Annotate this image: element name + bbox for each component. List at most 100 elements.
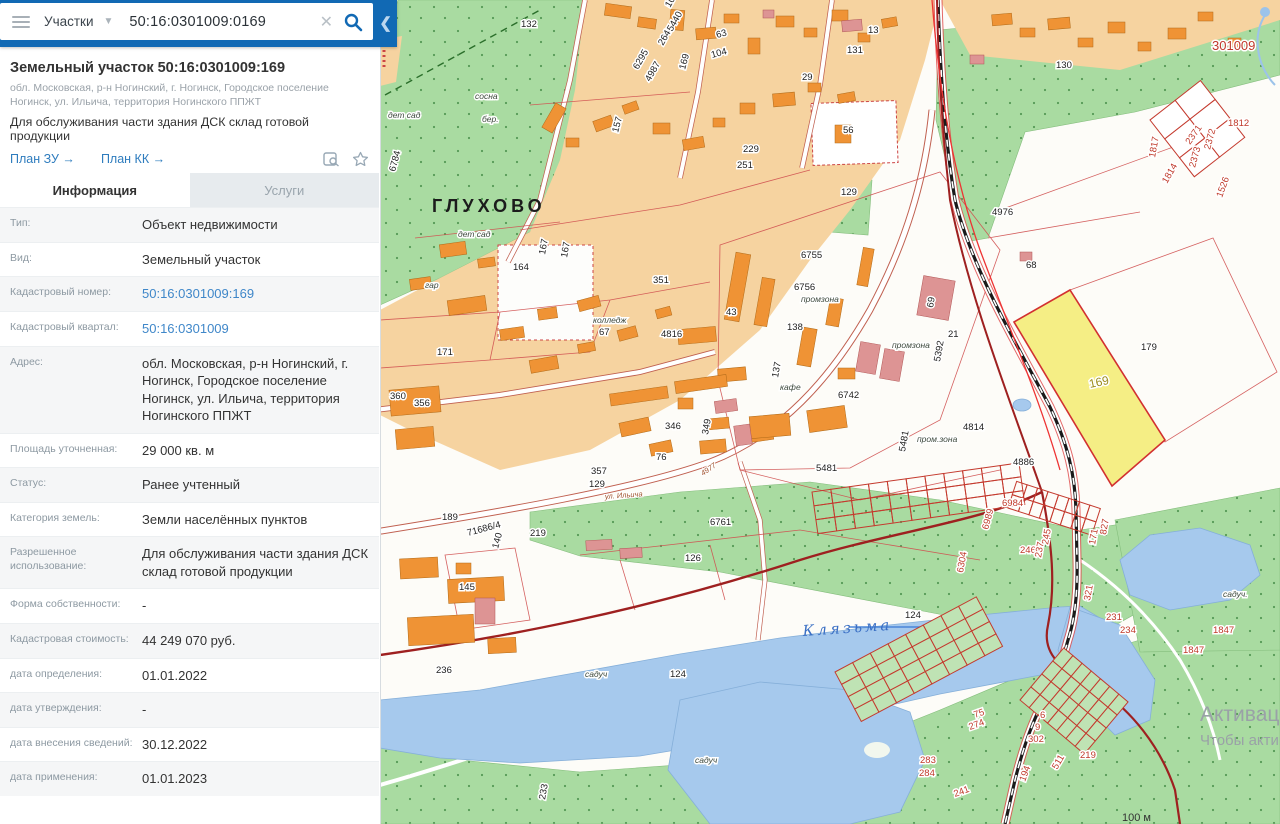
map-label: 9 — [1035, 722, 1040, 733]
map-label: 124 — [905, 610, 921, 621]
table-row: Кадастровый номер:50:16:0301009:169 — [0, 276, 379, 311]
map-label: 229 — [743, 144, 759, 155]
map-label: 236 — [436, 665, 452, 676]
map-label: 1847 — [1213, 625, 1234, 636]
place-label-glukhovo: ГЛУХОВО — [432, 196, 546, 216]
star-favorite-icon[interactable] — [352, 151, 369, 167]
table-row: Вид:Земельный участок — [0, 242, 379, 277]
menu-icon[interactable] — [12, 16, 30, 28]
map-label: 357 — [591, 466, 607, 477]
map-label: 356 — [414, 398, 430, 409]
tab-information[interactable]: Информация — [0, 173, 190, 207]
map-label: 6 — [1040, 710, 1045, 721]
tab-bar: ИнформацияУслуги — [0, 173, 379, 207]
tab-services[interactable]: Услуги — [190, 173, 380, 207]
map-label: дет сад — [388, 110, 421, 120]
clear-search-icon[interactable]: ✕ — [320, 12, 333, 32]
map-label: 126 — [685, 553, 701, 564]
map-label: садуч — [695, 755, 718, 765]
map-label: 5481 — [816, 463, 837, 474]
map-label: садуч — [585, 669, 608, 679]
row-label: дата утверждения: — [0, 693, 138, 727]
watermark-line2: Чтобы активи — [1200, 732, 1280, 749]
row-label: дата применения: — [0, 762, 138, 796]
watermark-line1: Активация — [1200, 703, 1280, 727]
collapse-panel-icon[interactable]: ❮ — [379, 14, 392, 32]
search-box: Участки ▼ ✕ — [0, 3, 373, 40]
map-canvas[interactable]: 132соснабер.дет саддет сад67841095440264… — [380, 0, 1280, 824]
map-label: 6755 — [801, 250, 822, 261]
row-value-link[interactable]: 50:16:0301009:169 — [138, 277, 379, 311]
map-label: 13 — [868, 25, 879, 36]
row-value: Объект недвижимости — [138, 208, 379, 242]
row-value: 01.01.2022 — [138, 659, 379, 693]
map-label: кафе — [780, 382, 801, 392]
map-label: 131 — [847, 45, 863, 56]
row-value: 01.01.2023 — [138, 762, 379, 796]
map-image: 132соснабер.дет саддет сад67841095440264… — [380, 0, 1280, 824]
parcel-title: Земельный участок 50:16:0301009:169 — [10, 60, 369, 76]
map-label: 234 — [1120, 625, 1136, 636]
table-row: Форма собственности:- — [0, 588, 379, 623]
row-value-link[interactable]: 50:16:0301009 — [138, 312, 379, 346]
map-label: 129 — [841, 187, 857, 198]
map-label: 29 — [802, 72, 813, 83]
map-label: 4816 — [661, 329, 682, 340]
table-row: дата внесения сведений:30.12.2022 — [0, 727, 379, 762]
search-bar: Участки ▼ ✕ ❮ — [0, 0, 397, 47]
row-label: Кадастровый номер: — [0, 277, 138, 311]
map-label: 124 — [670, 669, 686, 680]
row-value: Для обслуживания части здания ДСК склад … — [138, 537, 379, 588]
row-label: Разрешенное использование: — [0, 537, 138, 588]
map-label: 360 — [390, 391, 406, 402]
map-label: 171 — [437, 347, 453, 358]
map-label: 346 — [665, 421, 681, 432]
map-label: 69 — [925, 296, 938, 308]
map-label: 21 — [948, 329, 959, 340]
row-value: - — [138, 693, 379, 727]
chevron-down-icon[interactable]: ▼ — [104, 16, 114, 27]
row-value: Ранее учтенный — [138, 468, 379, 502]
map-label: 351 — [653, 275, 669, 286]
table-row: Кадастровая стоимость:44 249 070 руб. — [0, 623, 379, 658]
map-label: 68 — [1026, 260, 1037, 271]
map-label: 301009 — [1212, 38, 1255, 53]
map-label: 251 — [737, 160, 753, 171]
map-label: 179 — [1141, 342, 1157, 353]
row-label: Вид: — [0, 243, 138, 277]
details-table: Тип:Объект недвижимостиВид:Земельный уча… — [0, 207, 379, 795]
map-label: 164 — [513, 262, 529, 273]
plan-zu-link[interactable]: План ЗУ → — [10, 152, 75, 166]
parcel-56 — [811, 101, 898, 166]
plan-kk-link[interactable]: План КК → — [101, 152, 165, 166]
scale-label: 100 м — [1122, 812, 1151, 824]
map-label: 219 — [530, 528, 546, 539]
table-row: Адрес:обл. Московская, р-н Ногинский, г.… — [0, 346, 379, 433]
map-label: промзона — [892, 340, 930, 350]
map-label: 67 — [599, 327, 610, 338]
map-label: 6984 — [1002, 498, 1023, 509]
map-label: бер. — [482, 114, 499, 124]
info-panel: Земельный участок 50:16:0301009:169 обл.… — [0, 0, 381, 824]
row-label: дата определения: — [0, 659, 138, 693]
preview-document-icon[interactable] — [323, 152, 340, 167]
plan-links-row: План ЗУ → План КК → — [10, 151, 369, 167]
row-value: Земельный участок — [138, 243, 379, 277]
map-label: пром.зона — [917, 434, 958, 444]
row-value: 29 000 кв. м — [138, 434, 379, 468]
parcel-address-summary: обл. Московская, р-н Ногинский, г. Ногин… — [10, 81, 369, 109]
map-label: 1812 — [1228, 118, 1249, 129]
row-label: Статус: — [0, 468, 138, 502]
table-row: дата применения:01.01.2023 — [0, 761, 379, 796]
parcel-purpose: Для обслуживания части здания ДСК склад … — [10, 115, 369, 143]
row-value: 44 249 070 руб. — [138, 624, 379, 658]
map-label: 129 — [589, 479, 605, 490]
map-label: 189 — [442, 512, 458, 523]
activation-watermark: Активация Чтобы активи — [1200, 703, 1280, 749]
search-input[interactable] — [127, 13, 319, 31]
map-label: 43 — [726, 307, 737, 318]
map-label: 6761 — [710, 517, 731, 528]
search-category-select[interactable]: Участки — [44, 14, 94, 29]
map-label: 76 — [656, 452, 667, 463]
search-icon[interactable] — [343, 12, 363, 32]
